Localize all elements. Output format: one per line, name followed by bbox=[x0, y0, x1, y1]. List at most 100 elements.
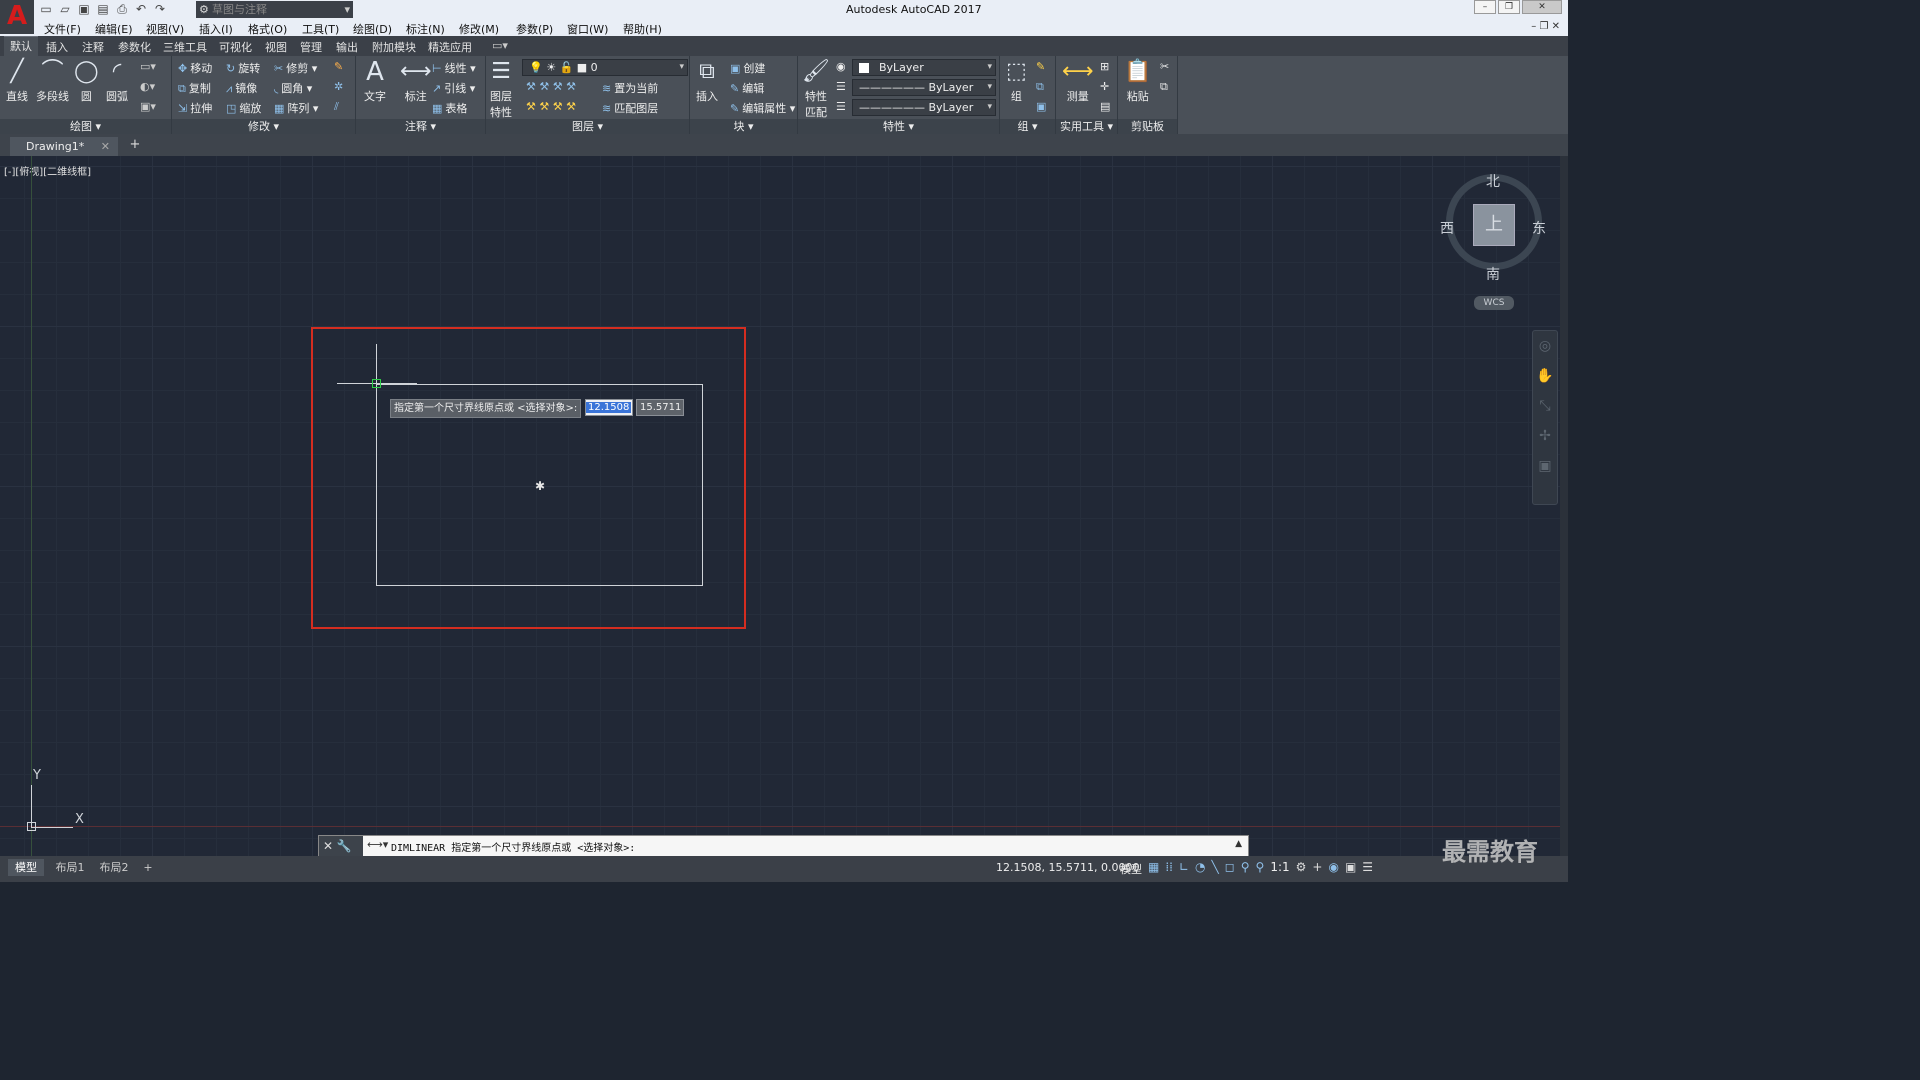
model-space-button[interactable]: 模型 bbox=[1120, 861, 1142, 877]
circle-button[interactable]: ◯ 圆 bbox=[74, 58, 99, 104]
zoom-icon[interactable]: ⤡ bbox=[1533, 391, 1557, 421]
menu-parametric[interactable]: 参数(P) bbox=[516, 21, 553, 37]
match-layer-button[interactable]: ≋ 匹配图层 bbox=[602, 100, 658, 116]
table-button[interactable]: ▦ 表格 bbox=[432, 100, 467, 116]
orbit-icon[interactable]: ✢ bbox=[1533, 421, 1557, 451]
autocad-logo-icon[interactable]: A bbox=[0, 0, 34, 34]
tab-default[interactable]: 默认 bbox=[4, 36, 38, 56]
customize-icon[interactable]: ☰ bbox=[1362, 860, 1373, 874]
close-button[interactable]: ✕ bbox=[1522, 0, 1562, 14]
viewport-label[interactable]: [-][俯视][二维线框] bbox=[4, 163, 91, 178]
tab-addins[interactable]: 附加模块 bbox=[372, 39, 416, 55]
leader-button[interactable]: ↗ 引线 ▾ bbox=[432, 80, 475, 96]
clipboard-panel-title[interactable]: 剪贴板 bbox=[1118, 119, 1177, 134]
ucs-origin-icon[interactable] bbox=[27, 822, 36, 831]
steering-wheel-icon[interactable]: ◎ bbox=[1533, 331, 1557, 361]
menu-insert[interactable]: 插入(I) bbox=[199, 21, 233, 37]
wrench-icon[interactable]: 🔧 bbox=[337, 839, 352, 853]
isolate-icon[interactable]: ◉ bbox=[1328, 860, 1338, 874]
tab-layout1[interactable]: 布局1 bbox=[50, 859, 90, 876]
layers-panel-title[interactable]: 图层 ▾ bbox=[486, 119, 689, 134]
dimension-button[interactable]: ⟷ 标注 bbox=[400, 58, 432, 104]
tab-manage[interactable]: 管理 bbox=[300, 39, 322, 55]
layer-properties-button[interactable]: ☰ 图层 特性 bbox=[490, 58, 512, 120]
viewcube-top-face[interactable]: 上 bbox=[1473, 204, 1515, 246]
utilities-panel-title[interactable]: 实用工具 ▾ bbox=[1056, 119, 1117, 134]
edit-block-button[interactable]: ✎ 编辑 bbox=[730, 80, 764, 96]
osnap-icon[interactable]: ◻ bbox=[1225, 860, 1235, 874]
cursor-coordinates[interactable]: 12.1508, 15.5711, 0.0000 bbox=[996, 861, 1139, 874]
ribbon-options-icon[interactable]: ▭▾ bbox=[492, 39, 508, 52]
save-icon[interactable]: ▣ bbox=[76, 2, 92, 16]
quick-calc-icon[interactable]: ⊞ bbox=[1100, 60, 1109, 73]
drawing-canvas[interactable]: [-][俯视][二维线框] bbox=[0, 156, 1560, 856]
compass-north[interactable]: 北 bbox=[1486, 171, 1500, 191]
linear-button[interactable]: ⊢ 线性 ▾ bbox=[432, 60, 476, 76]
groups-panel-title[interactable]: 组 ▾ bbox=[1000, 119, 1055, 134]
set-current-button[interactable]: ≋ 置为当前 bbox=[602, 80, 658, 96]
add-layout-button[interactable]: + bbox=[140, 859, 156, 876]
tab-3d-tools[interactable]: 三维工具 bbox=[163, 39, 207, 55]
annotation-visibility-icon[interactable]: ⚲ bbox=[1241, 860, 1250, 874]
polyline-button[interactable]: ⌒ 多段线 bbox=[36, 58, 69, 104]
copy-clip-icon[interactable]: ⧉ bbox=[1160, 80, 1168, 94]
rotate-button[interactable]: ↻ 旋转 bbox=[226, 60, 260, 76]
hatch-icon[interactable]: ◐▾ bbox=[140, 80, 155, 93]
redo-icon[interactable]: ↷ bbox=[152, 2, 168, 16]
tab-model[interactable]: 模型 bbox=[8, 859, 44, 876]
explode-icon[interactable]: ✲ bbox=[334, 80, 343, 93]
group-edit-icon[interactable]: ⧉ bbox=[1036, 80, 1044, 94]
tab-insert[interactable]: 插入 bbox=[46, 39, 68, 55]
command-history-icon[interactable]: ▲ bbox=[1235, 839, 1242, 849]
properties-panel-title[interactable]: 特性 ▾ bbox=[798, 119, 999, 134]
color-wheel-icon[interactable]: ◉ bbox=[836, 60, 846, 73]
polar-icon[interactable]: ◔ bbox=[1195, 860, 1205, 874]
plus-icon[interactable]: + bbox=[1312, 860, 1322, 874]
tab-visualize[interactable]: 可视化 bbox=[219, 39, 252, 55]
layer-dropdown[interactable]: 💡 ☀ 🔓 ■ 0 ▾ bbox=[522, 59, 688, 76]
paste-button[interactable]: 📋 粘贴 bbox=[1124, 58, 1151, 104]
dynamic-input-y-field[interactable]: 15.5711 bbox=[636, 399, 684, 416]
boundary-icon[interactable]: ▣▾ bbox=[140, 100, 156, 113]
draw-panel-title[interactable]: 绘图 ▾ bbox=[0, 119, 171, 134]
fullscreen-icon[interactable]: ▣ bbox=[1345, 860, 1356, 874]
print-icon[interactable]: ⎙ bbox=[114, 2, 130, 16]
measure-button[interactable]: ⟷ 测量 bbox=[1062, 58, 1094, 104]
doc-window-controls[interactable]: – ❐ ✕ bbox=[1531, 21, 1560, 32]
menu-file[interactable]: 文件(F) bbox=[44, 21, 81, 37]
lineweight-icon[interactable]: ☰ bbox=[836, 100, 846, 113]
line-button[interactable]: ╱ 直线 bbox=[6, 58, 28, 104]
linetype-dropdown[interactable]: —————— ByLayer ▾ bbox=[852, 79, 996, 96]
menu-view[interactable]: 视图(V) bbox=[146, 21, 184, 37]
calculator-icon[interactable]: ▤ bbox=[1100, 100, 1110, 113]
compass-south[interactable]: 南 bbox=[1486, 264, 1500, 284]
ungroup-icon[interactable]: ✎ bbox=[1036, 60, 1045, 73]
scale-indicator[interactable]: 1:1 bbox=[1270, 860, 1289, 874]
compass-west[interactable]: 西 bbox=[1440, 218, 1454, 238]
group-select-icon[interactable]: ▣ bbox=[1036, 100, 1046, 113]
move-button[interactable]: ✥ 移动 bbox=[178, 60, 212, 76]
tab-annotate[interactable]: 注释 bbox=[82, 39, 104, 55]
match-properties-button[interactable]: 🖌 特性 匹配 bbox=[802, 58, 830, 120]
edit-attribute-button[interactable]: ✎ 编辑属性 ▾ bbox=[730, 100, 795, 116]
insert-block-button[interactable]: ⧉ 插入 bbox=[696, 58, 718, 104]
isodraft-icon[interactable]: ╲ bbox=[1212, 860, 1219, 874]
annotation-panel-title[interactable]: 注释 ▾ bbox=[356, 119, 485, 134]
workspace-selector[interactable]: ⚙ 草图与注释 ▾ bbox=[196, 1, 353, 18]
trim-button[interactable]: ✂ 修剪 ▾ bbox=[274, 60, 317, 76]
block-panel-title[interactable]: 块 ▾ bbox=[690, 119, 797, 134]
pan-icon[interactable]: ✋ bbox=[1533, 361, 1557, 391]
command-text[interactable]: DIMLINEAR 指定第一个尺寸界线原点或 <选择对象>: bbox=[391, 839, 635, 854]
group-button[interactable]: ⬚ 组 bbox=[1006, 58, 1027, 104]
erase-icon[interactable]: ✎ bbox=[334, 60, 343, 73]
menu-edit[interactable]: 编辑(E) bbox=[95, 21, 133, 37]
color-dropdown[interactable]: ByLayer ▾ bbox=[852, 59, 996, 76]
layer-tools-icon[interactable]: ⚒ ⚒ ⚒ ⚒ bbox=[526, 80, 576, 93]
text-button[interactable]: A 文字 bbox=[364, 58, 386, 104]
menu-draw[interactable]: 绘图(D) bbox=[353, 21, 392, 37]
vertical-scrollbar[interactable] bbox=[1560, 156, 1568, 856]
close-icon[interactable]: ✕ bbox=[323, 839, 333, 853]
minimize-button[interactable]: – bbox=[1474, 0, 1496, 14]
document-tab-drawing1[interactable]: Drawing1* ✕ bbox=[10, 137, 118, 156]
compass-east[interactable]: 东 bbox=[1532, 218, 1546, 238]
